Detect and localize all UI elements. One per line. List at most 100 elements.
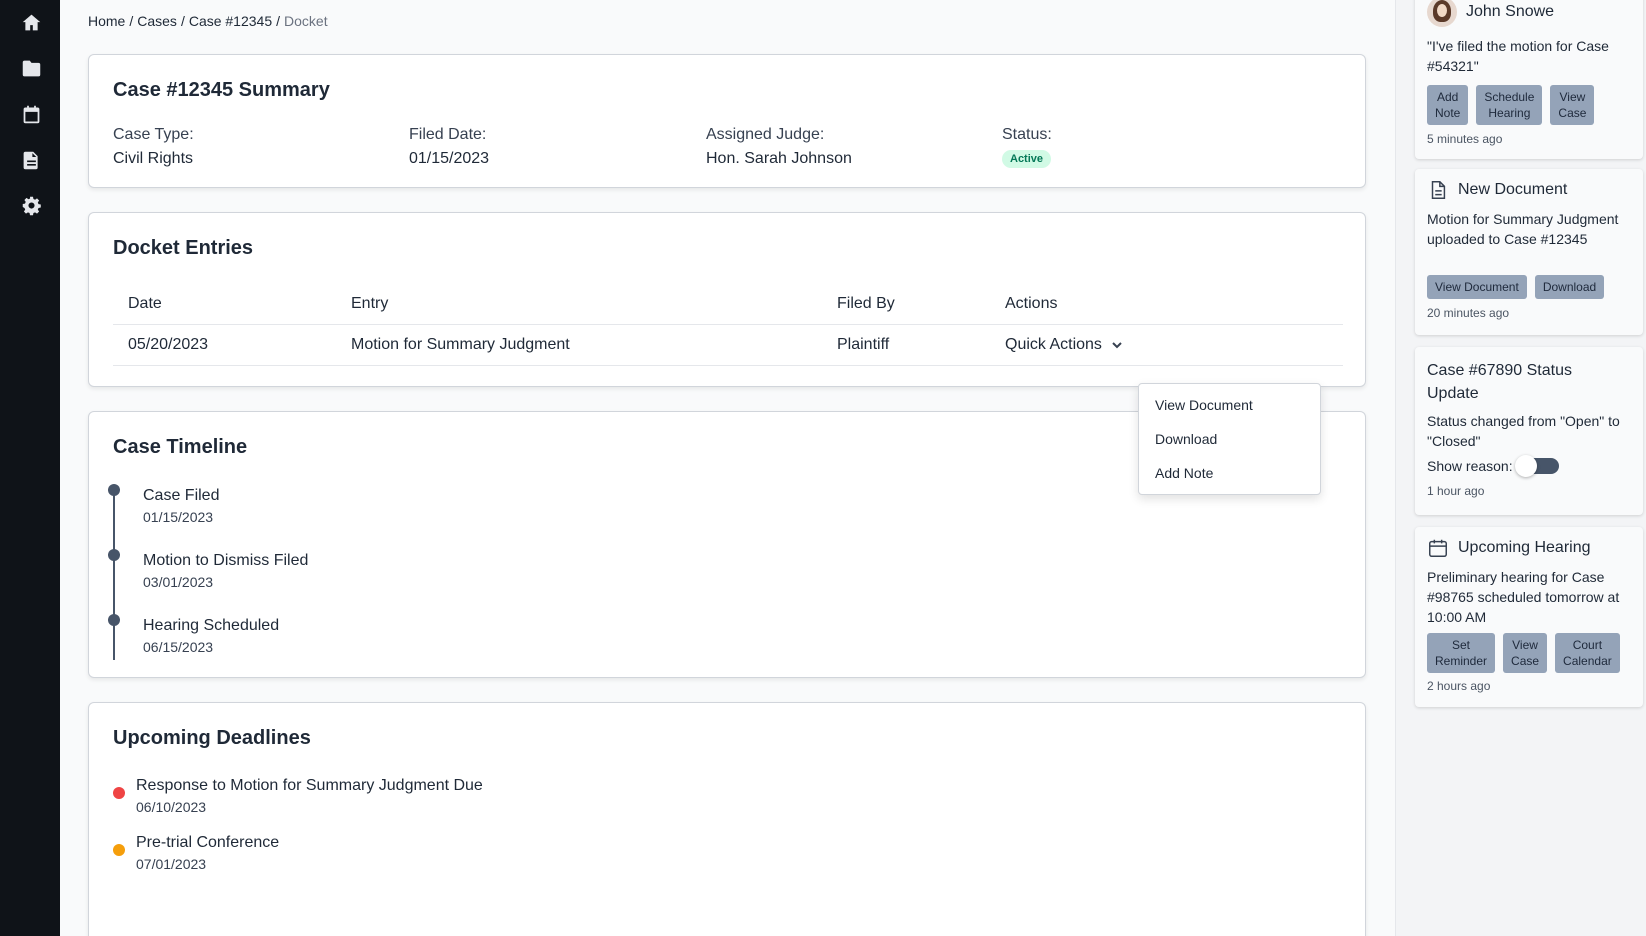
breadcrumb-separator: /	[180, 13, 185, 29]
timeline-event-title: Hearing Scheduled	[143, 617, 280, 634]
view-document-button[interactable]: View Document	[1427, 275, 1527, 299]
court-calendar-button[interactable]: Court Calendar	[1555, 633, 1620, 673]
docket-entries-card: Docket Entries Date Entry Filed By Actio…	[88, 212, 1366, 387]
quick-actions-dropdown: View Document Download Add Note	[1138, 383, 1321, 495]
case-summary-card: Case #12345 Summary Case Type: Civil Rig…	[88, 54, 1366, 188]
breadcrumb-separator: /	[129, 13, 134, 29]
timeline-event-date: 01/15/2023	[143, 509, 214, 525]
icon-rail	[0, 0, 60, 936]
breadcrumb-current: Docket	[284, 13, 328, 29]
show-reason-label: Show reason:	[1427, 458, 1513, 474]
docket-entries-title: Docket Entries	[113, 237, 254, 259]
calendar-icon	[1429, 539, 1447, 557]
upcoming-deadlines-card: Upcoming Deadlines Response to Motion fo…	[88, 702, 1366, 936]
case-type-field: Case Type: Civil Rights	[113, 126, 194, 168]
dropdown-item-view-document[interactable]: View Document	[1139, 388, 1320, 422]
view-case-button[interactable]: View Case	[1503, 633, 1548, 673]
notification-body: Motion for Summary Judgment uploaded to …	[1427, 211, 1619, 247]
document-icon	[1431, 181, 1446, 199]
list-item: Response to Motion for Summary Judgment …	[113, 777, 483, 815]
timeline-event-title: Motion to Dismiss Filed	[143, 552, 309, 569]
upcoming-deadlines-title: Upcoming Deadlines	[113, 727, 311, 749]
gear-icon[interactable]	[19, 193, 43, 217]
deadline-date: 06/10/2023	[136, 799, 207, 815]
notification-time: 5 minutes ago	[1427, 132, 1503, 146]
assigned-judge-label: Assigned Judge:	[706, 126, 825, 143]
notification-card: Upcoming Hearing Preliminary hearing for…	[1415, 527, 1643, 707]
breadcrumb-home[interactable]: Home	[88, 13, 125, 29]
timeline-event-date: 03/01/2023	[143, 574, 214, 590]
assigned-judge-value: Hon. Sarah Johnson	[706, 150, 852, 167]
notification-actions: Set Reminder View Case Court Calendar	[1427, 633, 1620, 673]
timeline-event: Motion to Dismiss Filed 03/01/2023	[143, 552, 308, 590]
column-header-entry: Entry	[351, 295, 389, 312]
download-button[interactable]: Download	[1534, 275, 1605, 299]
timeline-dot	[108, 484, 120, 496]
notification-body: Preliminary hearing for Case #98765 sche…	[1427, 569, 1620, 625]
calendar-icon[interactable]	[19, 102, 43, 126]
notification-actions: Add Note Schedule Hearing View Case	[1427, 85, 1595, 125]
timeline-event: Case Filed 01/15/2023	[143, 487, 219, 525]
notification-panel: John Snowe "I've filed the motion for Ca…	[1397, 0, 1646, 936]
assigned-judge-field: Assigned Judge: Hon. Sarah Johnson	[706, 126, 852, 168]
breadcrumb: Home / Cases / Case #12345/Docket	[88, 13, 328, 29]
column-header-date: Date	[128, 295, 162, 312]
notification-title: New Document	[1458, 181, 1568, 198]
notification-time: 1 hour ago	[1427, 484, 1485, 498]
table-row: 05/20/2023 Motion for Summary Judgment P…	[113, 325, 1343, 366]
dropdown-item-add-note[interactable]: Add Note	[1139, 456, 1320, 490]
column-header-actions: Actions	[1005, 295, 1058, 312]
timeline-dot	[108, 614, 120, 626]
notification-header: New Document	[1427, 179, 1567, 201]
list-item: Pre-trial Conference 07/01/2023	[113, 834, 279, 872]
view-case-button[interactable]: View Case	[1550, 85, 1595, 125]
case-type-label: Case Type:	[113, 126, 194, 143]
notification-header: John Snowe	[1427, 0, 1554, 27]
notification-body: "I've filed the motion for Case #54321"	[1427, 38, 1609, 74]
quick-actions-label: Quick Actions	[1005, 336, 1102, 353]
case-timeline-title: Case Timeline	[113, 436, 248, 458]
notification-time: 2 hours ago	[1427, 679, 1491, 693]
filed-date-label: Filed Date:	[409, 126, 487, 143]
notification-title: John Snowe	[1466, 3, 1555, 20]
notification-card: New Document Motion for Summary Judgment…	[1415, 169, 1643, 335]
folder-icon[interactable]	[19, 56, 43, 80]
deadline-date: 07/01/2023	[136, 856, 207, 872]
docket-filed-by-cell: Plaintiff	[837, 336, 890, 353]
timeline-dot	[108, 549, 120, 561]
docket-table-header: Date Entry Filed By Actions	[113, 284, 1343, 325]
status-field: Status: Active	[1002, 126, 1052, 168]
filed-date-value: 01/15/2023	[409, 150, 490, 167]
show-reason-toggle[interactable]	[1514, 455, 1559, 477]
deadline-dot	[113, 844, 125, 856]
document-icon[interactable]	[19, 148, 43, 172]
quick-actions-button[interactable]: Quick Actions	[1005, 336, 1124, 354]
avatar	[1427, 0, 1457, 27]
set-reminder-button[interactable]: Set Reminder	[1427, 633, 1496, 673]
dropdown-item-download[interactable]: Download	[1139, 422, 1320, 456]
notification-title: Case #67890 Status Update	[1427, 362, 1572, 402]
toggle-knob	[1514, 455, 1537, 477]
notification-card: John Snowe "I've filed the motion for Ca…	[1415, 0, 1643, 159]
breadcrumb-case[interactable]: Case #12345	[189, 13, 272, 29]
filed-date-field: Filed Date: 01/15/2023	[409, 126, 489, 168]
add-note-button[interactable]: Add Note	[1427, 85, 1469, 125]
schedule-hearing-button[interactable]: Schedule Hearing	[1476, 85, 1543, 125]
breadcrumb-separator: /	[276, 13, 281, 29]
notification-card: Case #67890 Status Update Status changed…	[1415, 347, 1643, 515]
breadcrumb-cases[interactable]: Cases	[137, 13, 177, 29]
deadline-dot	[113, 787, 125, 799]
notification-header: Upcoming Hearing	[1427, 537, 1591, 559]
show-reason-row: Show reason:	[1427, 455, 1559, 477]
deadline-title: Pre-trial Conference	[136, 834, 280, 851]
docket-date-cell: 05/20/2023	[128, 336, 209, 353]
deadline-title: Response to Motion for Summary Judgment …	[136, 777, 483, 794]
column-header-filed-by: Filed By	[837, 295, 895, 312]
case-type-value: Civil Rights	[113, 150, 194, 167]
home-icon[interactable]	[19, 10, 43, 34]
case-summary-title: Case #12345 Summary	[113, 79, 330, 101]
timeline-event-title: Case Filed	[143, 487, 220, 504]
notification-title: Upcoming Hearing	[1458, 539, 1591, 556]
timeline-line	[113, 492, 115, 660]
notification-body: Status changed from "Open" to "Closed"	[1427, 413, 1620, 449]
